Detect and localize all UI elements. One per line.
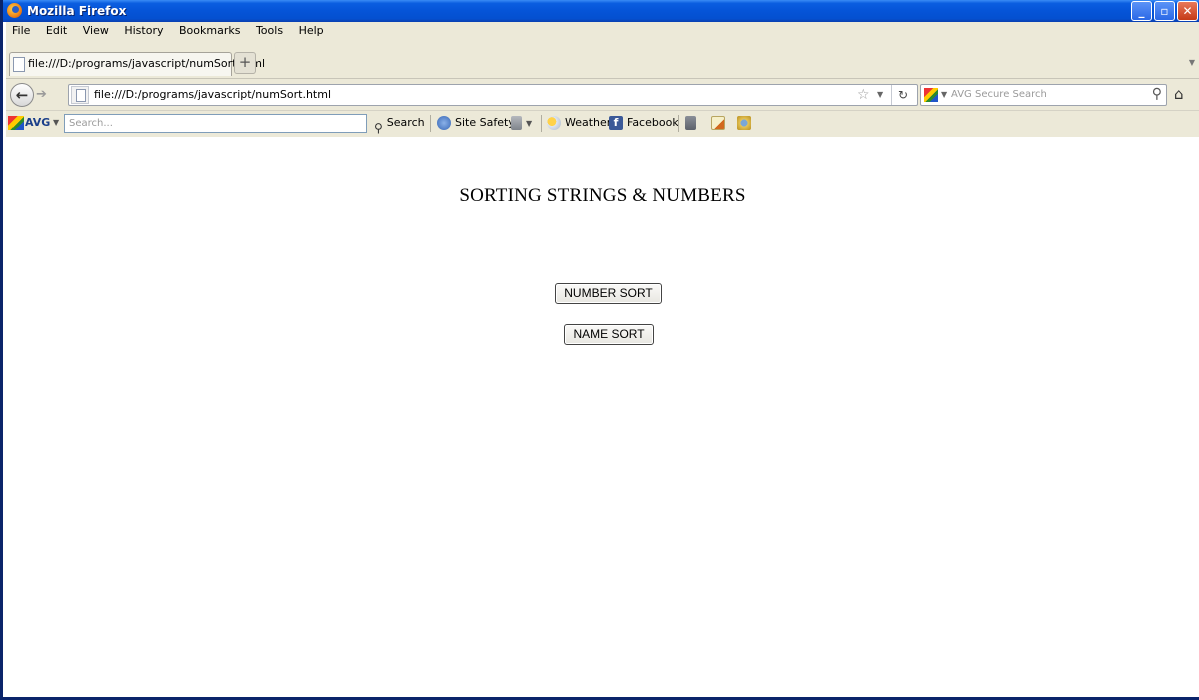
menu-tools[interactable]: Tools <box>256 24 283 37</box>
home-icon[interactable]: ⌂ <box>1174 85 1184 103</box>
weather-button[interactable]: Weather <box>547 111 611 135</box>
bookmark-star-icon[interactable]: ☆ <box>857 85 870 105</box>
name-sort-button[interactable]: NAME SORT <box>564 324 654 345</box>
reload-icon[interactable]: ↻ <box>891 85 914 105</box>
menu-help[interactable]: Help <box>299 24 324 37</box>
minimize-button[interactable]: _ <box>1131 1 1152 21</box>
tab-label: file:///D:/programs/javascript/numSort.h… <box>28 57 266 70</box>
tab-list-arrow-icon[interactable]: ▼ <box>1189 58 1195 67</box>
back-button[interactable]: ← <box>10 83 34 107</box>
window-title: Mozilla Firefox <box>27 4 127 18</box>
search-box[interactable]: ▼ AVG Secure Search ⚲ <box>920 84 1167 106</box>
menu-file[interactable]: File <box>12 24 30 37</box>
firefox-icon <box>7 3 22 18</box>
tab-strip: file:///D:/programs/javascript/numSort.h… <box>6 40 1199 78</box>
address-bar[interactable]: file:///D:/programs/javascript/numSort.h… <box>68 84 918 106</box>
notepad-button[interactable] <box>711 111 729 135</box>
trash-icon <box>511 116 522 130</box>
browser-window: Mozilla Firefox _ ▫ ✕ File Edit View His… <box>0 0 1199 700</box>
menu-bar: File Edit View History Bookmarks Tools H… <box>6 22 1199 40</box>
calculator-button[interactable] <box>685 111 700 135</box>
shield-icon <box>437 116 451 130</box>
tab-numsort[interactable]: file:///D:/programs/javascript/numSort.h… <box>9 52 265 76</box>
magnifier-icon: ⚲ <box>374 121 383 135</box>
forward-button[interactable]: ➔ <box>36 87 47 102</box>
trash-dropdown-icon: ▼ <box>526 119 533 128</box>
maximize-button[interactable]: ▫ <box>1154 1 1175 21</box>
menu-history[interactable]: History <box>124 24 163 37</box>
search-magnifier-icon[interactable]: ⚲ <box>1152 84 1162 104</box>
avg-dropdown-icon[interactable]: ▼ <box>53 111 59 135</box>
navigation-bar: ← ➔ file:///D:/programs/javascript/numSo… <box>6 78 1199 111</box>
notepad-icon <box>711 116 725 130</box>
snapshot-icon <box>737 116 751 130</box>
title-bar: Mozilla Firefox _ ▫ ✕ <box>3 0 1199 22</box>
engine-dropdown-icon[interactable]: ▼ <box>941 85 947 105</box>
site-identity-icon[interactable] <box>71 86 89 104</box>
avg-toolbar: AVG ▼ Search... ⚲ Search Site Safety ▼ We… <box>6 110 1199 138</box>
facebook-icon: f <box>609 116 623 130</box>
menu-edit[interactable]: Edit <box>46 24 67 37</box>
avg-search-button[interactable]: ⚲ Search <box>374 111 425 135</box>
page-heading: SORTING STRINGS & NUMBERS <box>459 185 746 206</box>
avg-engine-icon[interactable] <box>924 88 938 102</box>
new-tab-button[interactable]: + <box>234 52 256 74</box>
page-content: SORTING STRINGS & NUMBERS NUMBER SORT NA… <box>6 137 1199 697</box>
close-button[interactable]: ✕ <box>1177 1 1198 21</box>
url-text[interactable]: file:///D:/programs/javascript/numSort.h… <box>94 85 331 105</box>
number-sort-button[interactable]: NUMBER SORT <box>555 283 662 304</box>
menu-bookmarks[interactable]: Bookmarks <box>179 24 240 37</box>
avg-search-input[interactable]: Search... <box>64 114 367 133</box>
history-dropdown-icon[interactable]: ▼ <box>877 85 883 105</box>
calculator-icon <box>685 116 696 130</box>
snapshot-button[interactable] <box>737 111 755 135</box>
facebook-button[interactable]: f Facebook <box>609 111 679 135</box>
weather-icon <box>547 116 561 130</box>
menu-view[interactable]: View <box>83 24 109 37</box>
trash-button[interactable]: ▼ <box>511 111 532 136</box>
avg-logo-icon[interactable] <box>8 116 24 130</box>
search-placeholder[interactable]: AVG Secure Search <box>951 85 1047 105</box>
document-icon <box>13 57 25 72</box>
site-safety-button[interactable]: Site Safety <box>437 111 515 135</box>
avg-brand[interactable]: AVG <box>25 111 50 135</box>
